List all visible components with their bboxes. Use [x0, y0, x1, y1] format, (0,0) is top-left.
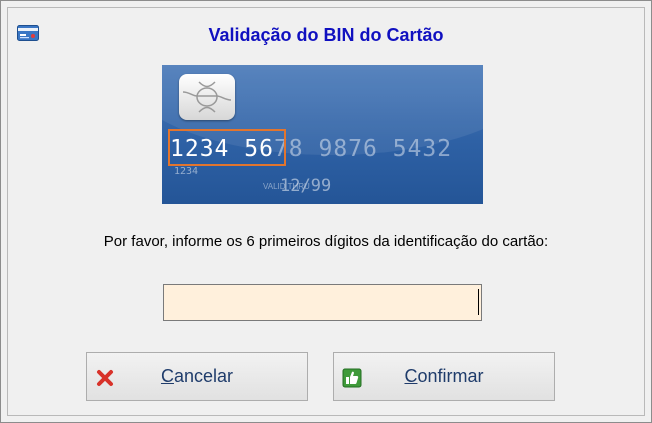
- bin-input[interactable]: [163, 284, 482, 321]
- cancel-mnemonic: C: [160, 366, 174, 386]
- cancel-label-rest: ancelar: [173, 366, 234, 386]
- bin-highlight-box: [168, 129, 286, 166]
- cancel-button-label: Cancelar: [161, 366, 233, 387]
- confirm-mnemonic: C: [404, 366, 418, 386]
- dialog-title: Validação do BIN do Cartão: [208, 25, 444, 45]
- confirm-label-rest: onfirmar: [417, 366, 484, 386]
- confirm-button[interactable]: Confirmar: [333, 352, 555, 401]
- card-small-number: 1234: [174, 166, 199, 177]
- text-caret: [478, 289, 479, 315]
- card-expiry: 12/99: [280, 176, 332, 196]
- cancel-button[interactable]: Cancelar: [86, 352, 308, 401]
- bin-prompt: Por favor, informe os 6 primeiros dígito…: [103, 233, 549, 250]
- x-icon: [97, 370, 113, 386]
- card-chip-icon: [179, 74, 235, 120]
- card-rest-digits: 78 9876 5432: [273, 136, 453, 162]
- credit-card-illustration: 1234 5678 9876 5432 1234 VALID THRU 12/9…: [162, 65, 483, 204]
- confirm-button-label: Confirmar: [404, 366, 483, 387]
- thumbs-up-icon: [342, 368, 362, 388]
